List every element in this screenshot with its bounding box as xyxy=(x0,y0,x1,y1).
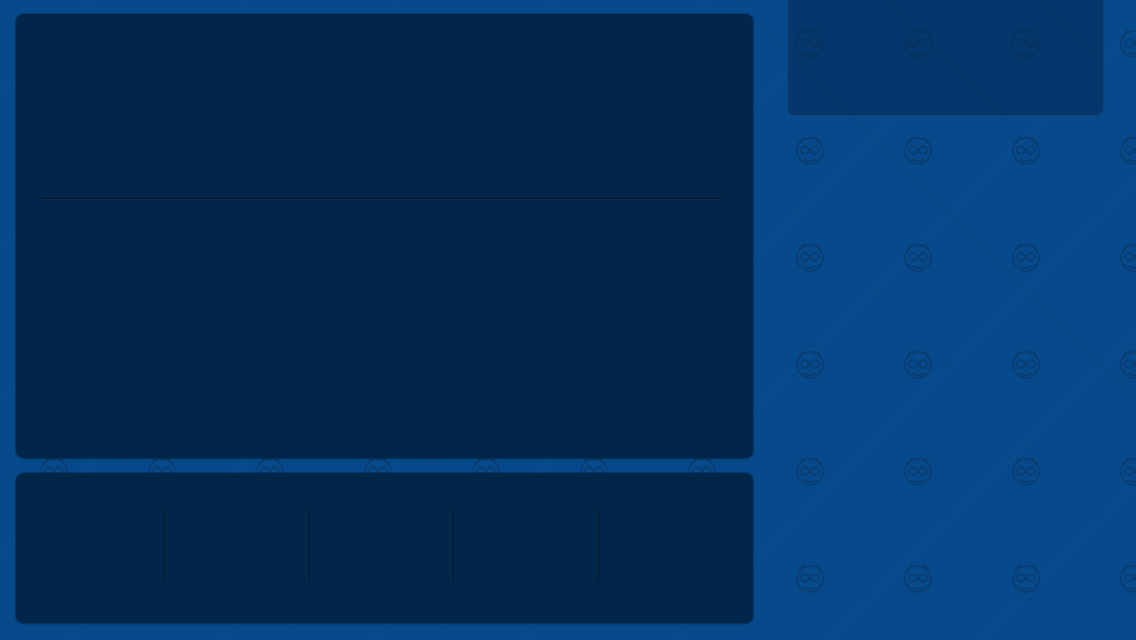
bottom-toolbar-separator xyxy=(453,509,454,581)
side-info-panel xyxy=(787,0,1104,116)
bottom-toolbar-separator xyxy=(598,509,599,581)
main-panel-divider xyxy=(43,198,722,199)
bottom-toolbar-separator xyxy=(164,509,165,581)
main-content-panel xyxy=(16,14,753,458)
bottom-toolbar-panel xyxy=(16,473,753,623)
bottom-toolbar-separator xyxy=(309,509,310,581)
